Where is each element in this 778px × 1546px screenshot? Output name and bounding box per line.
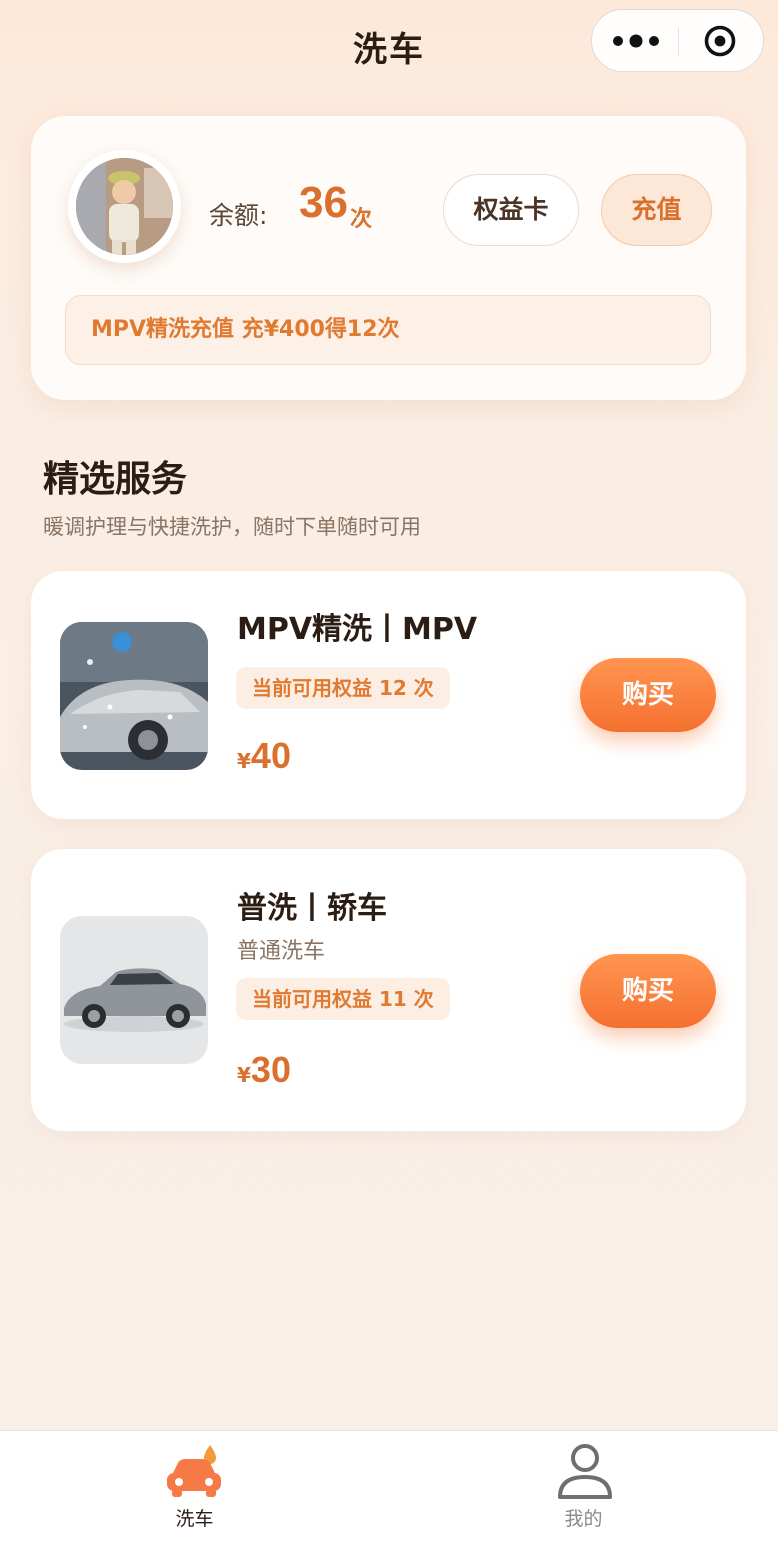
service-rights-badge: 当前可用权益 11 次 (236, 978, 450, 1020)
service-card-sedan[interactable]: 普洗丨轿车 普通洗车 当前可用权益 11 次 ¥30 购买 (31, 849, 746, 1131)
service-card-mpv[interactable]: MPV精洗丨MPV 当前可用权益 12 次 ¥40 购买 (31, 571, 746, 819)
price-value: 30 (250, 1049, 291, 1090)
service-price: ¥40 (237, 735, 291, 777)
avatar[interactable] (68, 150, 181, 263)
more-dots-icon[interactable] (612, 28, 662, 54)
service-title: 普洗丨轿车 (237, 891, 387, 926)
balance-label: 余额: (209, 201, 268, 230)
rights-card-button[interactable]: 权益卡 (443, 174, 579, 246)
section-subtitle: 暖调护理与快捷洗护，随时下单随时可用 (43, 515, 421, 539)
service-description: 普通洗车 (237, 939, 326, 964)
currency-symbol: ¥ (237, 1063, 251, 1087)
price-value: 40 (250, 735, 291, 776)
tab-car-wash[interactable]: 洗车 (0, 1431, 389, 1546)
tab-bar: 洗车 我的 (0, 1430, 778, 1546)
car-wash-icon (167, 1445, 221, 1497)
section-title: 精选服务 (43, 459, 188, 500)
balance-unit: 次 (350, 207, 373, 232)
service-price: ¥30 (237, 1049, 291, 1091)
tab-mine[interactable]: 我的 (389, 1431, 778, 1546)
tab-label: 我的 (564, 1508, 603, 1530)
service-rights-badge: 当前可用权益 12 次 (236, 667, 450, 709)
promo-banner[interactable]: MPV精洗充值 充¥400得12次 (65, 295, 711, 365)
avatar-image (76, 158, 173, 255)
service-image-mpv (60, 622, 208, 770)
buy-button[interactable]: 购买 (580, 954, 716, 1028)
capsule-divider (678, 28, 679, 56)
currency-symbol: ¥ (237, 749, 251, 773)
service-image-sedan (60, 916, 208, 1064)
service-title: MPV精洗丨MPV (237, 612, 478, 647)
balance-value: 36 (299, 178, 348, 227)
mini-program-capsule (591, 9, 764, 72)
target-icon[interactable] (702, 23, 738, 59)
tab-label: 洗车 (175, 1508, 214, 1530)
account-card: 余额: 36 次 权益卡 充值 MPV精洗充值 充¥400得12次 (31, 116, 746, 400)
nav-bar: 洗车 (0, 0, 778, 88)
user-icon (558, 1444, 612, 1499)
buy-button[interactable]: 购买 (580, 658, 716, 732)
recharge-button[interactable]: 充值 (601, 174, 712, 246)
